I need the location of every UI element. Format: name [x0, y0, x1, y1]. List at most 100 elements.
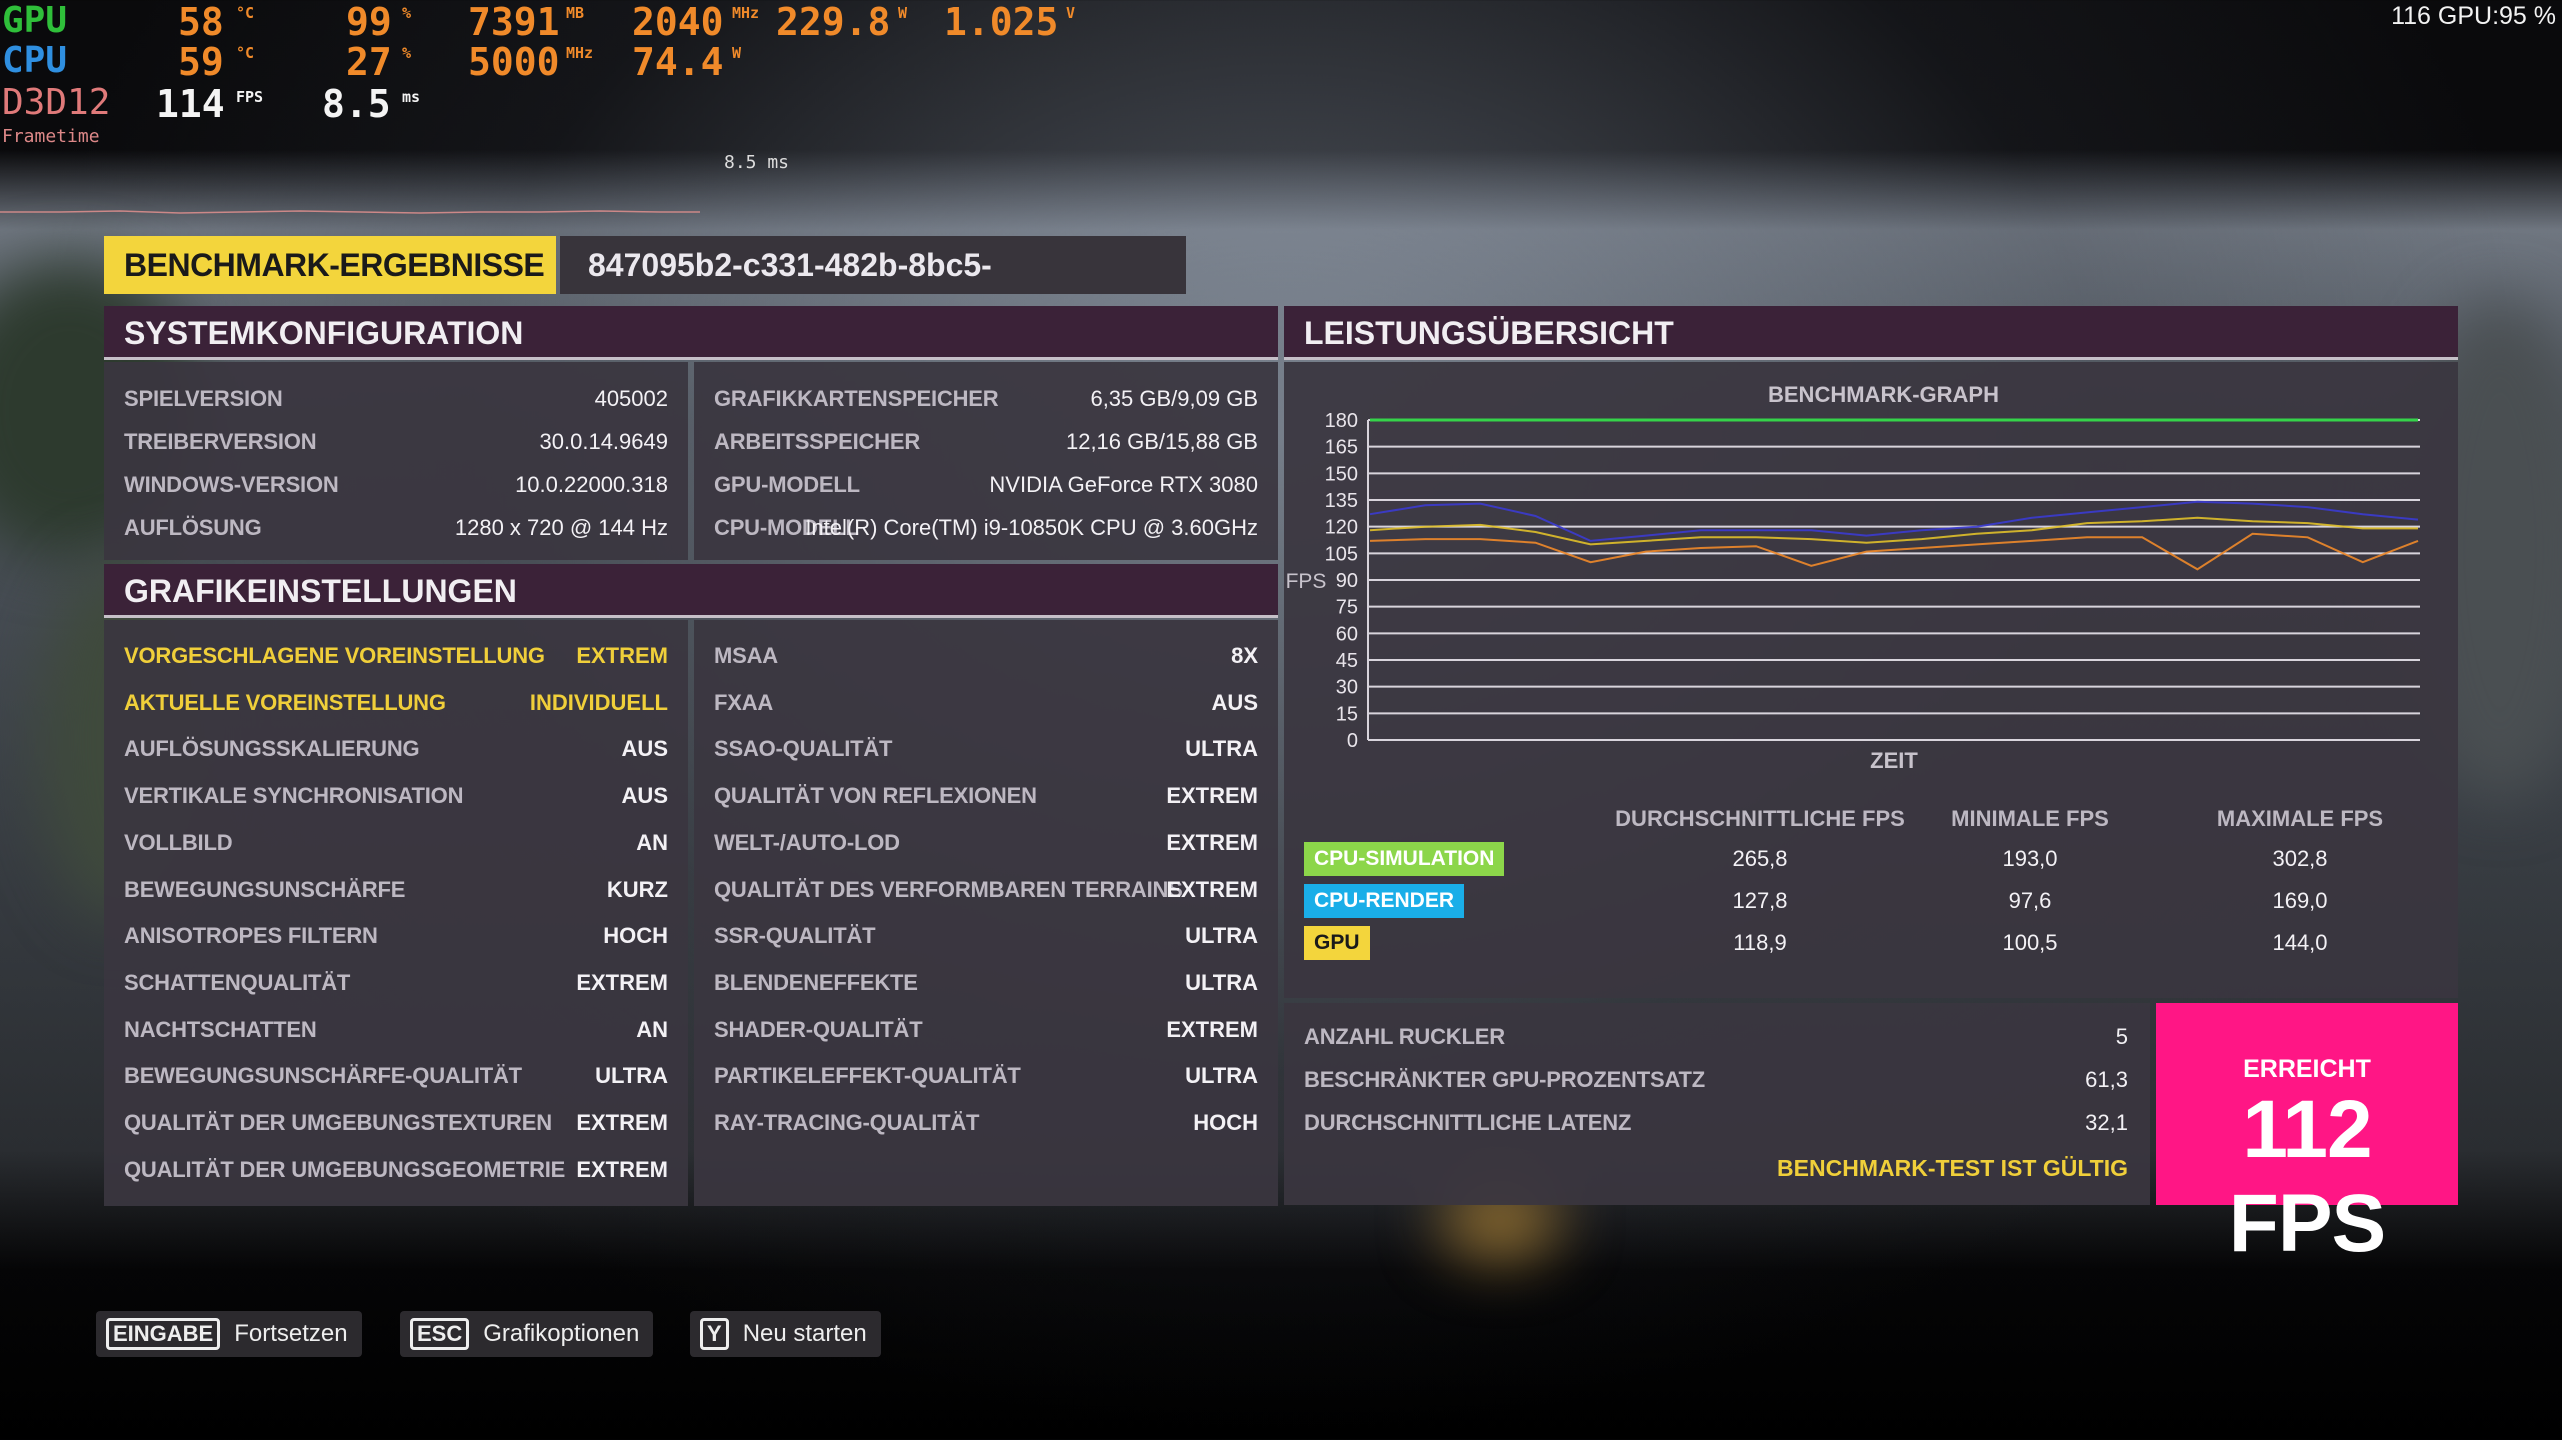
setting-name: SHADER-QUALITÄT	[714, 1016, 923, 1042]
achieved-fps-value: 112 FPS	[2228, 1084, 2386, 1269]
setting-value: ULTRA	[1185, 1063, 1258, 1089]
setting-value: EXTREM	[1166, 829, 1258, 855]
osd-gpu-power: 229.8	[776, 0, 891, 44]
setting-value: INDIVIDUELL	[529, 689, 668, 715]
stats-value: 265,8	[1732, 846, 1788, 871]
y-tick-label: 0	[1347, 730, 1358, 752]
setting-name: QUALITÄT VON REFLEXIONEN	[714, 783, 1037, 809]
setting-row: BLENDENEFFEKTE ULTRA	[714, 970, 1258, 1010]
osd-cpu-power: 74.4	[632, 40, 724, 84]
setting-value: 12,16 GB/15,88 GB	[1065, 429, 1258, 454]
x-axis-label: ZEIT	[1870, 748, 1918, 773]
y-tick-label: 90	[1336, 570, 1358, 592]
graphics-options-button[interactable]: ESC Grafikoptionen	[400, 1311, 654, 1357]
frametime-label: Frametime	[2, 126, 100, 147]
setting-name: BLENDENEFFEKTE	[714, 969, 918, 995]
osd-unit: MHz	[732, 4, 760, 22]
setting-name: VORGESCHLAGENE VOREINSTELLUNG	[124, 643, 545, 668]
setting-value: 8X	[1231, 643, 1258, 668]
setting-row: MSAA 8X	[714, 643, 1258, 683]
performance-title: LEISTUNGSÜBERSICHT	[1284, 306, 2458, 360]
system-config-title: SYSTEMKONFIGURATION	[104, 306, 1278, 360]
setting-name: SCHATTENQUALITÄT	[124, 969, 351, 995]
setting-value: 405002	[594, 386, 668, 411]
stats-value: 144,0	[2272, 930, 2328, 955]
y-tick-label: 60	[1336, 623, 1358, 645]
setting-row: QUALITÄT DER UMGEBUNGSTEXTUREN EXTREM	[124, 1110, 668, 1150]
osd-api-label: D3D12	[2, 82, 111, 123]
extra-stat-row: ANZAHL RUCKLER 5	[1304, 1024, 2128, 1064]
extra-stat-name: ANZAHL RUCKLER	[1304, 1024, 1505, 1049]
setting-row: SCHATTENQUALITÄT EXTREM	[124, 970, 668, 1010]
extra-stat-value: 5	[2115, 1024, 2128, 1049]
setting-row: QUALITÄT VON REFLEXIONEN EXTREM	[714, 783, 1258, 823]
setting-name: SPIELVERSION	[124, 386, 283, 411]
osd-unit: W	[732, 44, 742, 62]
setting-value: Intel(R) Core(TM) i9-10850K CPU @ 3.60GH…	[805, 515, 1258, 540]
setting-name: NACHTSCHATTEN	[124, 1016, 317, 1042]
setting-row: BEWEGUNGSUNSCHÄRFE KURZ	[124, 877, 668, 917]
key-hint: Y	[700, 1318, 729, 1350]
continue-button[interactable]: EINGABE Fortsetzen	[96, 1311, 362, 1357]
setting-row: GPU-MODELL NVIDIA GeForce RTX 3080	[714, 472, 1258, 512]
restart-button[interactable]: Y Neu starten	[690, 1311, 881, 1357]
setting-value: EXTREM	[1166, 783, 1258, 809]
extra-stat-row: DURCHSCHNITTLICHE LATENZ 32,1	[1304, 1110, 2128, 1150]
setting-name: SSR-QUALITÄT	[714, 923, 876, 949]
setting-row: TREIBERVERSION 30.0.14.9649	[124, 429, 668, 469]
osd-unit: °C	[236, 44, 255, 62]
setting-name: TREIBERVERSION	[124, 429, 317, 454]
extra-stat-name: BESCHRÄNKTER GPU-PROZENTSATZ	[1304, 1067, 1705, 1092]
setting-row: ARBEITSSPEICHER 12,16 GB/15,88 GB	[714, 429, 1258, 469]
setting-row: VORGESCHLAGENE VOREINSTELLUNG EXTREM	[124, 643, 668, 683]
stats-row-tag: CPU-RENDER	[1304, 884, 1465, 918]
y-tick-label: 15	[1336, 703, 1358, 725]
osd-fps: 114	[156, 82, 225, 126]
setting-name: BEWEGUNGSUNSCHÄRFE	[124, 876, 406, 902]
achieved-label: ERREICHT	[2243, 1055, 2371, 1083]
setting-name: AUFLÖSUNGSSKALIERUNG	[124, 736, 420, 762]
setting-row: WINDOWS-VERSION 10.0.22000.318	[124, 472, 668, 512]
frametime-graph	[0, 210, 700, 214]
button-label: Grafikoptionen	[483, 1320, 640, 1347]
setting-value: NVIDIA GeForce RTX 3080	[989, 472, 1258, 497]
setting-row: AKTUELLE VOREINSTELLUNG INDIVIDUELL	[124, 690, 668, 730]
extra-stat-row: BESCHRÄNKTER GPU-PROZENTSATZ 61,3	[1304, 1067, 2128, 1107]
button-label: Neu starten	[742, 1320, 867, 1347]
setting-name: QUALITÄT DER UMGEBUNGSGEOMETRIE	[124, 1156, 566, 1182]
setting-row: QUALITÄT DER UMGEBUNGSGEOMETRIE EXTREM	[124, 1157, 668, 1197]
osd-unit: %	[402, 4, 412, 22]
setting-row: SHADER-QUALITÄT EXTREM	[714, 1017, 1258, 1057]
y-tick-label: 75	[1336, 597, 1358, 619]
setting-name: GRAFIKKARTENSPEICHER	[714, 386, 999, 411]
y-tick-label: 150	[1325, 463, 1358, 485]
setting-value: 10.0.22000.318	[515, 472, 668, 497]
stats-value: 169,0	[2272, 888, 2328, 913]
setting-name: PARTIKELEFFEKT-QUALITÄT	[714, 1063, 1021, 1089]
setting-value: HOCH	[603, 923, 668, 949]
setting-row: FXAA AUS	[714, 690, 1258, 730]
setting-value: EXTREM	[1166, 1016, 1258, 1042]
stats-row-tag: CPU-SIMULATION	[1304, 842, 1505, 876]
setting-value: AUS	[621, 783, 668, 809]
achieved-fps-box: ERREICHT 112 FPS	[2156, 1003, 2458, 1269]
y-axis-label: FPS	[1286, 570, 1327, 593]
setting-row: AUFLÖSUNG 1280 x 720 @ 144 Hz	[124, 515, 668, 555]
gpu-usage-readout: 116 GPU:95 %	[2391, 2, 2556, 30]
stats-value: 97,6	[2008, 888, 2052, 913]
benchmark-id: 847095b2-c331-482b-8bc5-6e6d9a485ae7	[560, 236, 1186, 341]
setting-row: PARTIKELEFFEKT-QUALITÄT ULTRA	[714, 1063, 1258, 1103]
extra-stat-value: 61,3	[2085, 1067, 2128, 1092]
stats-value: 193,0	[2002, 846, 2058, 871]
setting-value: EXTREM	[576, 1110, 668, 1135]
y-tick-label: 180	[1325, 410, 1358, 432]
setting-value: KURZ	[606, 876, 668, 902]
setting-name: ARBEITSSPEICHER	[714, 429, 921, 454]
setting-value: AN	[636, 1016, 668, 1042]
osd-gpu-load: 99	[346, 0, 392, 44]
setting-row: AUFLÖSUNGSSKALIERUNG AUS	[124, 736, 668, 776]
y-tick-label: 105	[1325, 543, 1358, 565]
osd-gpu-mem: 7391	[468, 0, 560, 44]
stats-header: DURCHSCHNITTLICHE FPS	[1615, 806, 1905, 831]
stats-value: 118,9	[1733, 930, 1787, 955]
